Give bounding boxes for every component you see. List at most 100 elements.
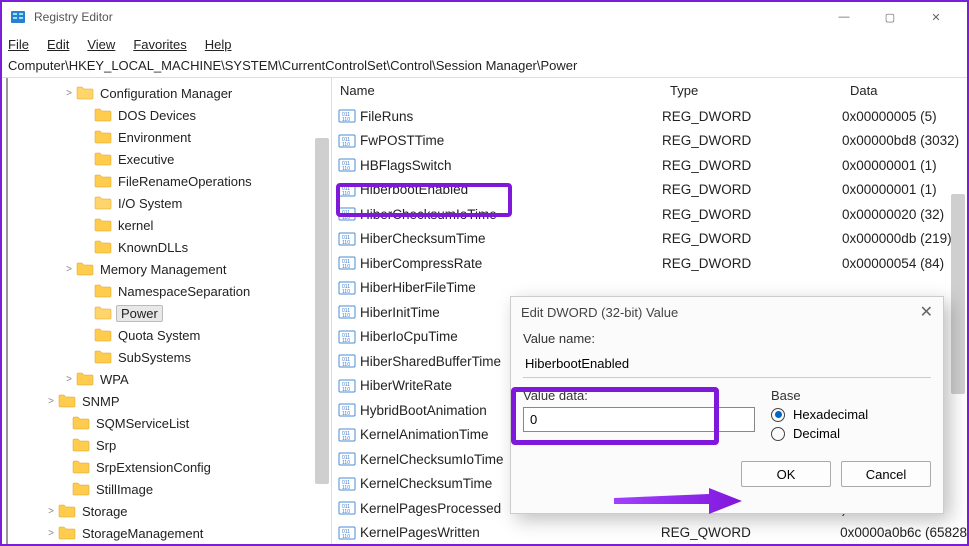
tree-item[interactable]: SubSystems [2,346,331,368]
tree-item-label: Environment [116,130,193,145]
svg-text:110: 110 [342,485,350,491]
menu-file[interactable]: File [8,37,29,52]
list-header: Name Type Data [332,78,967,104]
menu-help[interactable]: Help [205,37,232,52]
tree-item[interactable]: SQMServiceList [2,412,331,434]
list-scrollbar[interactable] [951,194,965,394]
menu-favorites[interactable]: Favorites [133,37,186,52]
dword-icon: 011110 [338,328,356,346]
list-row[interactable]: 011110HBFlagsSwitchREG_DWORD0x00000001 (… [332,153,967,178]
col-header-type[interactable]: Type [662,79,842,102]
address-bar[interactable]: Computer\HKEY_LOCAL_MACHINE\SYSTEM\Curre… [2,56,967,78]
value-name: FileRuns [360,109,662,124]
folder-icon [94,306,112,320]
cancel-button[interactable]: Cancel [841,461,931,487]
ok-button[interactable]: OK [741,461,831,487]
tree-item-label: Quota System [116,328,202,343]
value-data: 0x000000db (219) [842,231,967,246]
value-type: REG_DWORD [662,182,842,197]
value-name: HiberCompressRate [360,256,662,271]
list-row[interactable]: 011110FileRunsREG_DWORD0x00000005 (5) [332,104,967,129]
tree-item[interactable]: Executive [2,148,331,170]
chevron-icon[interactable]: > [44,396,58,407]
folder-icon [58,526,76,540]
list-row[interactable]: 011110HiberChecksumTimeREG_DWORD0x000000… [332,227,967,252]
chevron-icon[interactable]: > [62,374,76,385]
dword-icon: 011110 [338,279,356,297]
tree-item[interactable]: KnownDLLs [2,236,331,258]
value-data: 0x00000001 (1) [842,158,967,173]
close-button[interactable]: ✕ [913,2,959,32]
tree-item-label: Executive [116,152,176,167]
tree-item[interactable]: > WPA [2,368,331,390]
value-name: HiberChecksumTime [360,231,662,246]
col-header-data[interactable]: Data [842,79,967,102]
dialog-title: Edit DWORD (32-bit) Value [521,305,678,320]
folder-icon [76,372,94,386]
dword-icon: 011110 [338,254,356,272]
list-row[interactable]: 011110FwPOSTTimeREG_DWORD0x00000bd8 (303… [332,129,967,154]
tree-scrollbar[interactable] [315,138,329,484]
menu-edit[interactable]: Edit [47,37,69,52]
highlight-value-data-box [511,387,719,445]
chevron-icon[interactable]: > [44,506,58,517]
value-type: REG_DWORD [662,231,842,246]
tree-item[interactable]: Power [2,302,331,324]
tree-item[interactable]: Quota System [2,324,331,346]
value-data: 0x00000020 (32) [842,207,967,222]
radio-icon [771,408,785,422]
menu-view[interactable]: View [87,37,115,52]
window-title: Registry Editor [34,10,821,24]
dword-icon: 011110 [338,401,356,419]
list-row[interactable]: 011110KernelPagesWrittenREG_QWORD0x0000a… [332,521,967,545]
folder-icon [94,196,112,210]
dword-icon: 011110 [338,475,356,493]
tree-item[interactable]: >Configuration Manager [2,82,331,104]
tree-item-label: WPA [98,372,131,387]
folder-icon [94,218,112,232]
tree-item[interactable]: >Storage [2,500,331,522]
value-name: HBFlagsSwitch [360,158,662,173]
tree-item[interactable]: Srp [2,434,331,456]
tree-item[interactable]: I/O System [2,192,331,214]
maximize-button[interactable]: ▢ [867,2,913,32]
value-data: 0x00000001 (1) [842,182,967,197]
tree-item-label: kernel [116,218,155,233]
tree-item-label: DOS Devices [116,108,198,123]
tree-item[interactable]: DOS Devices [2,104,331,126]
chevron-icon[interactable]: > [62,88,76,99]
chevron-icon[interactable]: > [62,264,76,275]
radio-decimal[interactable]: Decimal [771,426,931,441]
tree-item[interactable]: SrpExtensionConfig [2,456,331,478]
tree-item[interactable]: >StorageManagement [2,522,331,544]
tree-item[interactable]: Environment [2,126,331,148]
arrow-icon [614,486,744,516]
tree-item[interactable]: kernel [2,214,331,236]
value-data: 0x00000bd8 (3032) [842,133,967,148]
menubar: File Edit View Favorites Help [2,32,967,56]
tree-item[interactable]: >SNMP [2,390,331,412]
value-data: 0x00000054 (84) [842,256,967,271]
dialog-close-button[interactable]: ✕ [920,302,933,322]
tree-item[interactable]: StillImage [2,478,331,500]
tree-item[interactable]: FileRenameOperations [2,170,331,192]
col-header-name[interactable]: Name [332,79,662,102]
value-type: REG_DWORD [662,207,842,222]
tree-item[interactable]: NamespaceSeparation [2,280,331,302]
folder-icon [94,108,112,122]
folder-icon [94,130,112,144]
list-row[interactable]: 011110 HiberCompressRateREG_DWORD0x000000… [332,251,967,276]
value-type: REG_DWORD [662,256,842,271]
dword-icon: 011110 [338,524,356,542]
tree-item[interactable]: >Memory Management [2,258,331,280]
highlight-row-box [336,183,512,217]
minimize-button[interactable]: — [821,2,867,32]
folder-icon [72,416,90,430]
svg-text:110: 110 [342,264,350,270]
value-name: FwPOSTTime [360,133,662,148]
tree-item-label: StillImage [94,482,155,497]
folder-icon [94,284,112,298]
folder-icon [94,240,112,254]
radio-hexadecimal[interactable]: Hexadecimal [771,407,931,422]
chevron-icon[interactable]: > [44,528,58,539]
